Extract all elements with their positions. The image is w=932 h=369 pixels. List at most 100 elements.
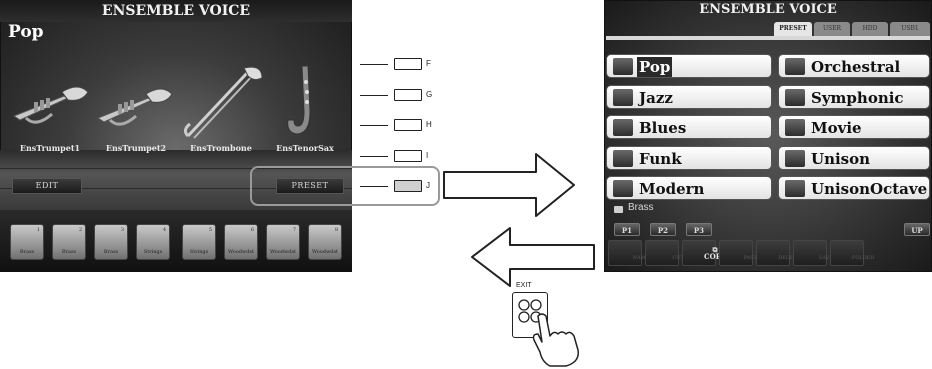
voice-file-icon xyxy=(613,119,633,136)
instrument-label: EnsTrumpet2 xyxy=(105,143,167,153)
instrument-label: EnsTrombone xyxy=(190,143,252,153)
voice-name: Unison xyxy=(811,150,871,168)
tab-hdd[interactable]: HDD xyxy=(852,22,888,36)
tab-usb1[interactable]: USB1 xyxy=(890,22,930,36)
panel-key-i[interactable] xyxy=(394,150,422,162)
panel-key-label: I xyxy=(426,151,429,160)
voice-name: Jazz xyxy=(639,89,673,107)
voice-file-icon xyxy=(785,180,805,197)
right-arrow-icon xyxy=(443,153,575,217)
page-button-p1[interactable]: P1 xyxy=(614,223,640,236)
callout-line xyxy=(360,64,388,65)
exit-label: EXIT xyxy=(516,282,532,289)
voice-name: Pop xyxy=(637,57,673,77)
edit-button[interactable]: EDIT xyxy=(12,178,82,194)
pointing-hand-icon xyxy=(532,313,579,367)
paste-button[interactable]: PASTE xyxy=(719,240,760,266)
voice-name: Funk xyxy=(639,150,682,168)
voice-tile[interactable]: Symphonic xyxy=(778,85,930,109)
part-button[interactable]: 7 Woodwdst xyxy=(266,224,300,260)
voice-file-icon xyxy=(785,89,805,106)
panel-key-label: H xyxy=(426,120,432,129)
part-number: 1 xyxy=(36,227,40,233)
part-button[interactable]: 4 Strings xyxy=(136,224,170,260)
voice-name: Movie xyxy=(811,119,862,137)
part-number: 8 xyxy=(334,227,338,233)
voice-name: Modern xyxy=(639,180,705,198)
trombone-icon[interactable] xyxy=(178,62,266,142)
part-number: 5 xyxy=(208,227,212,233)
voice-file-icon xyxy=(613,180,633,197)
voice-tile[interactable]: Pop xyxy=(606,54,772,78)
part-button[interactable]: 1 Brass xyxy=(10,224,44,260)
voice-name: Orchestral xyxy=(811,58,901,76)
panel-key-label: J xyxy=(426,181,430,190)
screen-title: ENSEMBLE VOICE xyxy=(0,0,352,22)
voice-name: Blues xyxy=(639,119,687,137)
part-label: Strings xyxy=(189,249,209,255)
part-label: Woodwdst xyxy=(227,249,255,255)
callout-line xyxy=(360,186,388,187)
current-voice-name: Pop xyxy=(8,22,44,42)
part-label: Strings xyxy=(143,249,163,255)
voice-tile[interactable]: Unison xyxy=(778,146,930,170)
voice-file-icon xyxy=(613,89,633,106)
panel-key-f[interactable] xyxy=(394,58,422,70)
instrument-label: EnsTenorSax xyxy=(276,143,334,153)
trumpet-icon[interactable] xyxy=(92,62,180,142)
panel-key-label: F xyxy=(426,59,431,68)
folder-button[interactable]: FOLDER xyxy=(830,240,874,266)
screen-title: ENSEMBLE VOICE xyxy=(699,2,837,17)
callout-line xyxy=(360,156,388,157)
panel-key-h[interactable] xyxy=(394,119,422,131)
voice-name: UnisonOctave xyxy=(811,180,928,198)
callout-line xyxy=(360,95,388,96)
name-button[interactable]: NAME xyxy=(608,240,649,266)
panel-key-g[interactable] xyxy=(394,89,422,101)
folder-path-label: Brass xyxy=(628,202,654,213)
part-label: Woodwdst xyxy=(311,249,339,255)
trumpet-icon[interactable] xyxy=(6,62,94,142)
save-button[interactable]: SAVE xyxy=(793,240,833,266)
cut-button[interactable]: CUT xyxy=(645,240,684,266)
voice-tile[interactable]: UnisonOctave xyxy=(778,176,930,200)
part-button[interactable]: 3 Brass xyxy=(94,224,128,260)
voice-tile[interactable]: Modern xyxy=(606,176,772,200)
part-label: Woodwdst xyxy=(269,249,297,255)
part-button[interactable]: 8 Woodwdst xyxy=(308,224,342,260)
voice-tile[interactable]: Jazz xyxy=(606,85,772,109)
voice-tile[interactable]: Movie xyxy=(778,115,930,139)
part-number: 6 xyxy=(250,227,254,233)
page-button-p3[interactable]: P3 xyxy=(686,223,712,236)
voice-file-icon xyxy=(785,150,805,167)
part-button[interactable]: 5 Strings xyxy=(182,224,216,260)
voice-name: Symphonic xyxy=(811,89,904,107)
part-number: 2 xyxy=(78,227,82,233)
part-label: Brass xyxy=(19,249,35,255)
voice-tile[interactable]: Funk xyxy=(606,146,772,170)
left-arrow-icon xyxy=(471,227,595,287)
part-button[interactable]: 2 Brass xyxy=(52,224,86,260)
tab-user[interactable]: USER xyxy=(814,22,850,36)
instrument-label: EnsTrumpet1 xyxy=(19,143,81,153)
up-button[interactable]: UP xyxy=(904,223,930,236)
panel-key-j[interactable] xyxy=(394,180,422,192)
voice-file-icon xyxy=(613,58,633,75)
part-number: 4 xyxy=(162,227,166,233)
panel-key-label: G xyxy=(426,90,433,99)
voice-tile[interactable]: Blues xyxy=(606,115,772,139)
copy-button[interactable]: ⧉ COPY xyxy=(682,240,726,266)
part-label: Brass xyxy=(61,249,77,255)
page-button-p2[interactable]: P2 xyxy=(650,223,676,236)
voice-list-panel xyxy=(606,36,930,40)
part-button[interactable]: 6 Woodwdst xyxy=(224,224,258,260)
tab-preset[interactable]: PRESET xyxy=(774,22,812,36)
part-number: 7 xyxy=(292,227,296,233)
callout-line xyxy=(360,125,388,126)
delete-button[interactable]: DELETE xyxy=(756,240,800,266)
voice-file-icon xyxy=(785,119,805,136)
saxophone-icon[interactable] xyxy=(262,62,350,142)
voice-tile[interactable]: Orchestral xyxy=(778,54,930,78)
voice-file-icon xyxy=(613,150,633,167)
part-number: 3 xyxy=(120,227,124,233)
